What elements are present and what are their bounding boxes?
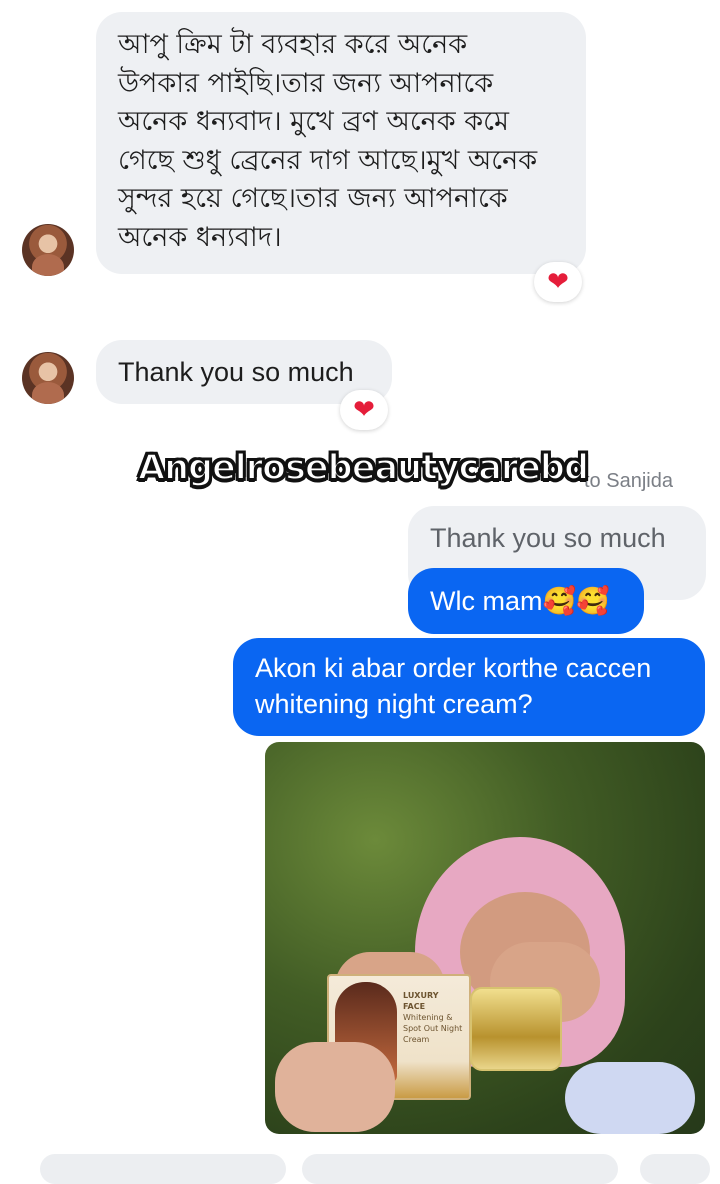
outgoing-message-1[interactable]: Wlc mam🥰🥰 [408, 568, 644, 634]
message-line: অনেক ধন্যবাদ। মুখে ব্রণ অনেক কমে [118, 106, 509, 137]
heart-icon: ❤ [547, 267, 569, 297]
heart-reaction[interactable]: ❤ [340, 390, 388, 430]
product-name-text: Whitening & Spot Out Night Cream [403, 1013, 463, 1044]
sender-avatar[interactable] [22, 352, 74, 404]
quoted-text: Thank you so much [430, 523, 666, 553]
message-line: আপু ক্রিম টা ব্যবহার করে অনেক [118, 29, 468, 60]
reply-to-label: to Sanjida [584, 470, 673, 492]
message-line: অনেক ধন্যবাদ। [118, 221, 282, 253]
hand-lower [275, 1042, 395, 1132]
message-text: Wlc mam🥰🥰 [430, 586, 610, 616]
action-chip[interactable] [640, 1154, 710, 1184]
heart-icon: ❤ [353, 395, 375, 425]
message-line: সুন্দর হয়ে গেছে।তার জন্য আপনাকে [118, 183, 508, 214]
message-line: whitening night cream? [255, 689, 533, 719]
message-text: Thank you so much [118, 357, 354, 387]
brand-text: LUXURY FACE [403, 991, 439, 1011]
message-line: Akon ki abar order korthe caccen [255, 653, 652, 683]
cream-jar [470, 987, 562, 1071]
action-chip[interactable] [302, 1154, 618, 1184]
product-box-label: LUXURY FACE Whitening & Spot Out Night C… [403, 990, 463, 1045]
photo-attachment[interactable]: LUXURY FACE Whitening & Spot Out Night C… [265, 742, 705, 1134]
arm [565, 1062, 695, 1134]
watermark-text: Angelrosebeautycarebd [137, 447, 590, 489]
heart-reaction[interactable]: ❤ [534, 262, 582, 302]
outgoing-message-2[interactable]: Akon ki abar order korthe caccen whiteni… [233, 638, 705, 736]
incoming-message-long[interactable]: আপু ক্রিম টা ব্যবহার করে অনেক উপকার পাইছ… [96, 12, 586, 274]
action-chip[interactable] [40, 1154, 286, 1184]
message-line: গেছে শুধু ব্রেনের দাগ আছে।মুখ অনেক [118, 144, 538, 176]
message-line: উপকার পাইছি।তার জন্য আপনাকে [118, 67, 494, 99]
sender-avatar[interactable] [22, 224, 74, 276]
